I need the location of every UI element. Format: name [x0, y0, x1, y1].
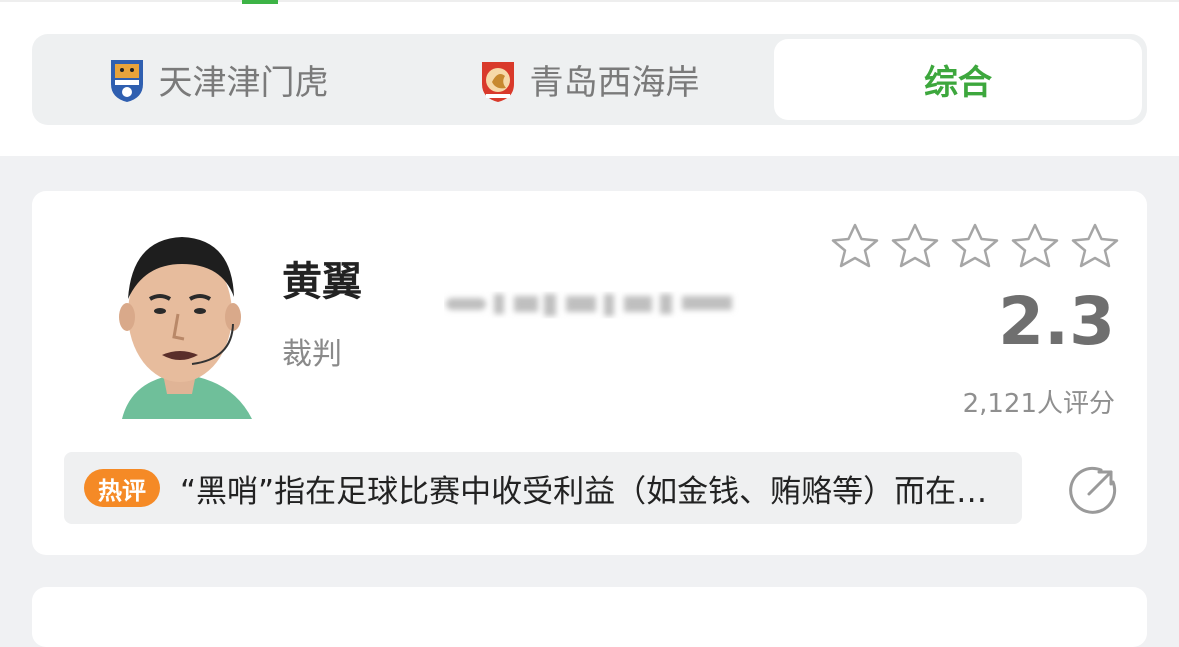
rating-count: 2,121人评分: [962, 389, 1115, 419]
tab-tianjin-label: 天津津门虎: [158, 63, 329, 103]
next-card: [32, 587, 1147, 647]
star-icon: [1071, 223, 1119, 268]
top-divider: [0, 0, 1179, 2]
referee-avatar: [92, 219, 267, 419]
rating-stars: [831, 223, 1119, 268]
tab-tianjin[interactable]: 天津津门虎: [32, 39, 403, 120]
blurred-region: [446, 294, 732, 316]
tab-overall-label: 综合: [924, 63, 992, 103]
tab-qingdao[interactable]: 青岛西海岸: [403, 39, 774, 120]
rating-score: 2.3: [998, 283, 1115, 360]
share-arrow-icon[interactable]: [1067, 464, 1119, 516]
hot-comment[interactable]: 热评 “黑哨”指在足球比赛中收受利益（如金钱、贿赂等）而在比赛中偏袒一方的裁判: [64, 452, 1022, 524]
referee-name: 黄翼: [282, 259, 362, 305]
referee-role: 裁判: [282, 337, 342, 372]
tab-qingdao-label: 青岛西海岸: [529, 63, 700, 103]
hot-comment-text: “黑哨”指在足球比赛中收受利益（如金钱、贿赂等）而在比赛中偏袒一方的裁判: [180, 473, 1000, 510]
referee-rating-card[interactable]: 黄翼 裁判 2.3 2,121人评分 热评 “黑哨”指在足球比赛中收受利益（如金…: [32, 191, 1147, 555]
star-icon: [1011, 223, 1059, 268]
star-icon: [831, 223, 879, 268]
tianjin-tigers-crest-icon: [110, 59, 143, 102]
star-icon: [891, 223, 939, 268]
star-icon: [951, 223, 999, 268]
top-tab-indicator: [242, 0, 278, 4]
qingdao-west-coast-crest-icon: [481, 61, 514, 102]
team-tab-bar: 天津津门虎 青岛西海岸 综合: [32, 34, 1147, 125]
top-section: 天津津门虎 青岛西海岸 综合: [0, 0, 1179, 156]
hot-badge: 热评: [84, 469, 160, 507]
tab-overall[interactable]: 综合: [774, 39, 1142, 120]
